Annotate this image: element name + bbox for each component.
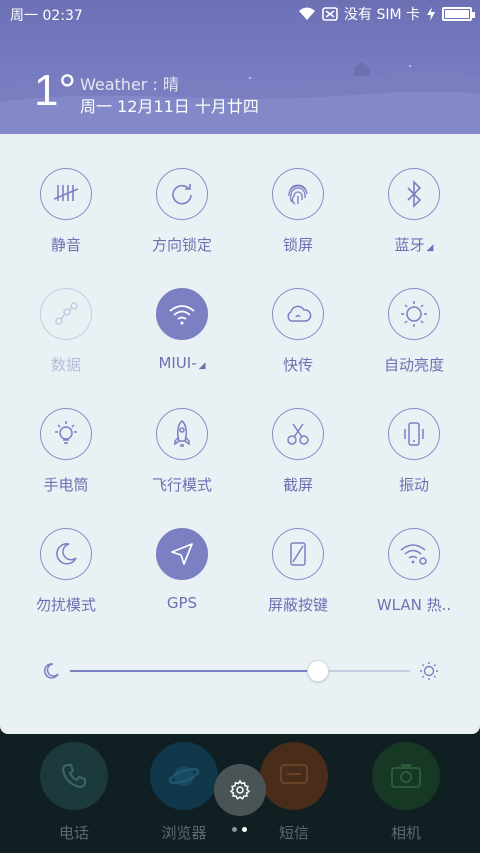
auto-brightness-icon [388,288,440,340]
browser-icon [150,742,218,810]
no-sim-icon [322,7,338,21]
mute-icon [40,168,92,220]
dock-app-messages[interactable]: 短信 [258,742,330,842]
toggle-label: 快传 [282,356,313,374]
toggle-label: 振动 [398,476,429,494]
toggle-label: WLAN 热.. [376,596,452,614]
brightness-row [40,656,440,686]
toggle-gps[interactable]: GPS [124,528,240,628]
message-icon [260,742,328,810]
toggle-label: 手电筒 [43,476,89,494]
battery-icon [442,7,475,21]
toggle-label: 飞行模式 [151,476,212,494]
data-icon [40,288,92,340]
settings-button[interactable] [214,764,266,816]
status-bar: 周一 02:37 没有 SIM 卡 [0,0,480,28]
flashlight-icon [40,408,92,460]
toggle-flashlight[interactable]: 手电筒 [8,408,124,508]
sun-icon [420,662,438,680]
toggle-lock-screen[interactable]: 锁屏 [240,168,356,268]
toggle-wlan-hotspot[interactable]: WLAN 热.. [356,528,472,628]
moon-icon [43,663,59,679]
bluetooth-icon [388,168,440,220]
toggle-rotation-lock[interactable]: 方向锁定 [124,168,240,268]
toggle-vibrate[interactable]: 振动 [356,408,472,508]
toggle-label: 勿扰模式 [35,596,96,614]
dock-app-label: 相机 [390,824,421,842]
status-time: 周一 02:37 [10,8,83,24]
toggle-quick-transfer[interactable]: 快传 [240,288,356,388]
notification-header: 周一 02:37 没有 SIM 卡 1° Weather : 晴 周一 12月1… [0,0,480,134]
hotspot-icon [388,528,440,580]
toggle-label: 自动亮度 [383,356,444,374]
wifi-status-icon [299,7,315,20]
date-text[interactable]: 周一 12月11日 十月廿四 [80,93,259,117]
dock-app-label: 浏览器 [161,824,207,842]
camera-icon [372,742,440,810]
weather-description[interactable]: Weather : 晴 [80,71,179,95]
rotation-lock-icon [156,168,208,220]
expand-icon: ◢ [198,361,206,371]
gear-icon [229,779,251,800]
toggle-label: 数据 [50,356,81,374]
toggle-bluetooth[interactable]: 蓝牙 ◢ [356,168,472,268]
toggle-label: 屏蔽按键 [267,596,328,614]
scissors-icon [272,408,324,460]
dock-app-label: 电话 [58,824,89,842]
expand-icon: ◢ [426,243,434,253]
page-dot-active [242,827,247,832]
dock-app-browser[interactable]: 浏览器 [148,742,220,842]
wifi-icon [156,288,208,340]
carrier-text: 没有 SIM 卡 [344,7,420,23]
dock-app-label: 短信 [278,824,309,842]
toggle-mute[interactable]: 静音 [8,168,124,268]
toggle-label: 静音 [50,236,81,254]
cloud-icon [272,288,324,340]
quick-settings-panel: 静音 方向锁定 锁屏 蓝牙 ◢ 数据 MIUI- ◢ 快传 自动亮度 手电筒 飞… [0,134,480,734]
moon-icon [40,528,92,580]
toggle-do-not-disturb[interactable]: 勿扰模式 [8,528,124,628]
toggle-screenshot[interactable]: 截屏 [240,408,356,508]
toggle-label: 蓝牙 ◢ [394,236,434,254]
page-dot [232,827,237,832]
vibrate-icon [388,408,440,460]
block-keys-icon [272,528,324,580]
page-indicator [232,827,247,832]
location-arrow-icon [156,528,208,580]
toggle-data[interactable]: 数据 [8,288,124,388]
charging-icon [427,7,435,21]
toggle-label: 锁屏 [282,236,313,254]
brightness-slider-thumb[interactable] [307,660,330,682]
toggle-auto-brightness[interactable]: 自动亮度 [356,288,472,388]
brightness-slider[interactable] [70,670,410,672]
dock-app-camera[interactable]: 相机 [370,742,442,842]
dock-app-phone[interactable]: 电话 [38,742,110,842]
toggle-block-keys[interactable]: 屏蔽按键 [240,528,356,628]
toggle-wifi[interactable]: MIUI- ◢ [124,288,240,388]
toggle-label: MIUI- ◢ [158,354,206,372]
airplane-icon [156,408,208,460]
toggle-label: 截屏 [282,476,313,494]
brightness-slider-fill [70,670,319,672]
phone-icon [40,742,108,810]
toggle-airplane[interactable]: 飞行模式 [124,408,240,508]
fingerprint-icon [272,168,324,220]
temperature: 1° [34,66,77,115]
toggle-label: GPS [166,594,198,612]
toggle-label: 方向锁定 [151,236,212,254]
